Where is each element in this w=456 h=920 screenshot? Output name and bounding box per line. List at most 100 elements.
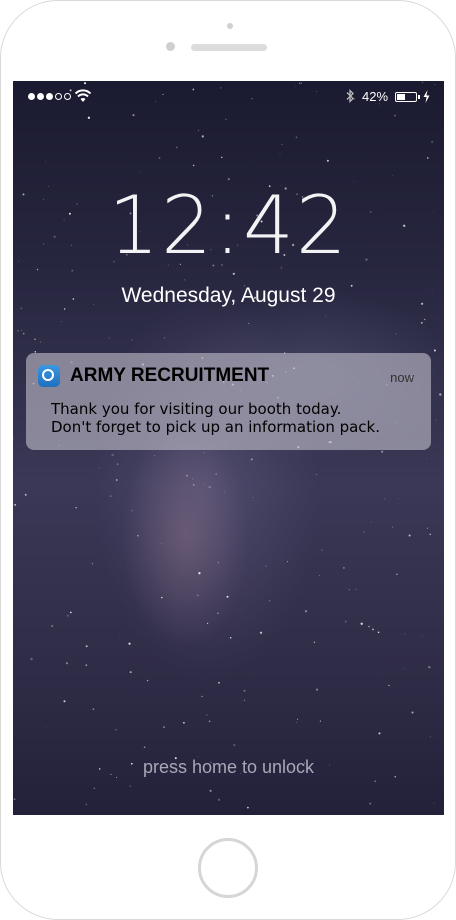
battery-tip bbox=[418, 95, 420, 99]
star bbox=[439, 393, 442, 396]
star bbox=[381, 450, 384, 453]
star bbox=[192, 478, 194, 480]
star bbox=[268, 599, 271, 602]
star bbox=[132, 114, 135, 117]
star bbox=[20, 330, 22, 331]
star bbox=[426, 527, 429, 529]
star bbox=[192, 484, 195, 486]
star bbox=[403, 668, 404, 670]
star bbox=[138, 171, 140, 173]
star bbox=[411, 711, 414, 714]
star bbox=[192, 164, 195, 167]
star bbox=[131, 510, 133, 512]
star bbox=[295, 136, 298, 138]
battery-level bbox=[397, 94, 405, 100]
star bbox=[225, 118, 227, 120]
star bbox=[13, 798, 16, 801]
notification-card[interactable]: ARMY RECRUITMENT now Thank you for visit… bbox=[26, 353, 431, 450]
star bbox=[355, 588, 357, 590]
star bbox=[92, 708, 95, 710]
notification-time: now bbox=[390, 370, 414, 385]
star bbox=[321, 549, 323, 551]
star bbox=[404, 633, 406, 635]
star bbox=[208, 486, 211, 489]
star bbox=[45, 727, 47, 729]
star bbox=[129, 785, 131, 787]
star bbox=[325, 315, 326, 317]
star bbox=[392, 175, 394, 177]
star bbox=[428, 666, 431, 669]
battery-icon bbox=[395, 92, 417, 102]
front-camera bbox=[166, 42, 175, 51]
star bbox=[63, 700, 66, 703]
star bbox=[197, 129, 199, 131]
signal-dot bbox=[37, 93, 44, 100]
wifi-icon bbox=[75, 89, 91, 102]
star bbox=[146, 679, 149, 682]
star bbox=[109, 495, 112, 497]
star bbox=[85, 645, 88, 648]
signal-dot bbox=[28, 93, 35, 100]
battery-percentage: 42% bbox=[362, 89, 389, 104]
star bbox=[224, 492, 225, 493]
star bbox=[217, 561, 220, 564]
star bbox=[232, 272, 235, 275]
star bbox=[279, 153, 281, 155]
signal-dot bbox=[46, 93, 53, 100]
charging-bolt-icon bbox=[423, 90, 430, 103]
star bbox=[201, 135, 204, 138]
star bbox=[221, 156, 223, 159]
star bbox=[315, 688, 319, 691]
star bbox=[176, 146, 178, 149]
star bbox=[374, 780, 376, 782]
star bbox=[64, 308, 66, 310]
star bbox=[295, 722, 297, 723]
star bbox=[143, 746, 146, 749]
star bbox=[370, 521, 372, 523]
star bbox=[13, 437, 14, 440]
star bbox=[422, 635, 423, 637]
star bbox=[183, 278, 186, 281]
home-button[interactable] bbox=[198, 838, 258, 898]
star bbox=[435, 419, 437, 421]
star bbox=[217, 798, 221, 801]
star bbox=[316, 474, 317, 475]
star bbox=[137, 534, 139, 537]
star bbox=[319, 720, 322, 722]
star bbox=[217, 612, 219, 614]
star bbox=[22, 332, 25, 335]
star bbox=[429, 533, 431, 536]
star bbox=[377, 631, 380, 634]
star bbox=[394, 114, 396, 117]
app-icon-glyph bbox=[42, 369, 54, 381]
star bbox=[344, 620, 347, 623]
signal-dot bbox=[64, 93, 71, 100]
star bbox=[153, 455, 155, 456]
star bbox=[119, 634, 120, 636]
star bbox=[127, 782, 129, 784]
star bbox=[429, 736, 431, 738]
star bbox=[45, 160, 47, 162]
star bbox=[65, 662, 69, 665]
star bbox=[313, 641, 316, 644]
star bbox=[252, 496, 254, 498]
star bbox=[348, 589, 350, 591]
star bbox=[287, 561, 288, 563]
star bbox=[98, 467, 100, 469]
star bbox=[408, 534, 411, 537]
star bbox=[51, 625, 54, 628]
star bbox=[161, 596, 163, 599]
app-icon bbox=[38, 365, 60, 387]
star bbox=[201, 695, 203, 698]
star bbox=[384, 498, 386, 500]
star bbox=[363, 531, 365, 533]
unlock-hint: press home to unlock bbox=[142, 757, 315, 777]
star bbox=[164, 337, 165, 339]
star bbox=[158, 156, 161, 159]
star bbox=[17, 329, 19, 332]
star bbox=[326, 159, 329, 162]
star bbox=[139, 813, 141, 815]
star bbox=[108, 337, 110, 339]
star bbox=[318, 575, 320, 576]
star bbox=[229, 636, 232, 639]
